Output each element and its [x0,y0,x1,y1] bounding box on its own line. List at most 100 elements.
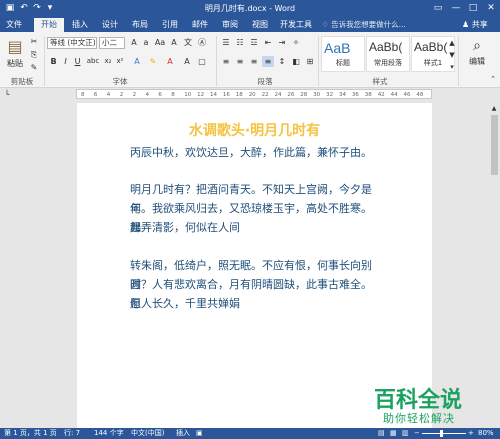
window-title: 明月几时有.docx - Word [204,4,296,13]
chinese-layout-icon[interactable]: ✧ [290,37,302,48]
bullets-icon[interactable]: ☰ [220,37,232,48]
group-divider [458,36,459,86]
multilevel-list-icon[interactable]: ☲ [248,37,260,48]
tab-references[interactable]: 引用 [158,18,182,32]
superscript-icon[interactable]: x² [115,56,125,67]
tab-developer[interactable]: 开发工具 [278,18,314,32]
increase-indent-icon[interactable]: ⇥ [276,37,288,48]
numbering-icon[interactable]: ☷ [234,37,246,48]
ruler-tick-label: 38 [364,92,372,98]
text-effects-icon[interactable]: A [131,56,143,67]
align-right-icon[interactable]: ≡ [248,56,260,67]
align-center-icon[interactable]: ≡ [234,56,246,67]
ribbon-display-options-icon[interactable]: ▭ [430,1,446,15]
shading-icon[interactable]: ◧ [290,56,302,67]
zoom-in-icon[interactable]: + [468,428,474,439]
zoom-slider-thumb[interactable] [440,430,443,437]
zoom-level[interactable]: 80% [478,428,494,439]
maximize-button[interactable]: □ [465,1,481,15]
minimize-button[interactable]: — [448,1,464,15]
line-number[interactable]: 行: 7 [64,428,80,439]
underline-button[interactable]: U [72,56,83,67]
cut-icon[interactable]: ✂ [29,36,39,47]
ruler-tick-label: 4 [145,92,150,98]
tab-mailings[interactable]: 邮件 [188,18,212,32]
insert-mode[interactable]: 插入 [176,428,190,439]
font-name-dropdown[interactable]: 等线 (中文正) [47,37,97,49]
zoom-slider[interactable] [422,433,466,434]
format-painter-icon[interactable]: ✎ [29,62,39,73]
font-size-dropdown[interactable]: 小二 [99,37,125,49]
shrink-font-icon[interactable]: a [140,37,152,48]
justify-icon[interactable]: ≡ [262,56,274,67]
scrollbar-thumb[interactable] [491,115,498,175]
line-spacing-icon[interactable]: ↕ [276,56,288,67]
scroll-up-icon[interactable]: ▲ [490,103,498,114]
paragraph-preface[interactable]: 丙辰中秋，欢饮达旦，大醉，作此篇，兼怀子由。 [130,143,382,162]
styles-scroll-down-icon[interactable]: ▼ [448,50,456,61]
language-indicator[interactable]: 中文(中国) [131,428,164,439]
zoom-out-icon[interactable]: − [414,428,420,439]
ruler-tick-label: 4 [106,92,111,98]
paste-button[interactable]: 粘贴 [3,58,27,69]
share-button[interactable]: ♟ 共享 [462,18,488,32]
enclose-char-icon[interactable]: Ⓐ [196,37,208,48]
title-bar: ▣ ↶ ↷ ▾ 明月几时有.docx - Word ▭ — □ ✕ [0,0,500,17]
subscript-icon[interactable]: x₂ [103,56,113,67]
styles-more-icon[interactable]: ▾ [448,62,456,73]
ruler-tick-label: 20 [248,92,256,98]
page-count[interactable]: 第 1 页，共 1 页 [4,428,57,439]
strikethrough-icon[interactable]: abc [86,56,100,67]
align-left-icon[interactable]: ≡ [220,56,232,67]
ruler-tick-label: 6 [93,92,98,98]
tab-insert[interactable]: 插入 [68,18,92,32]
ruler-strip[interactable]: 8 6 4 2 2 4 6 8 10 12 14 16 18 20 22 24 26 28 30 32 34 36 38 42… [76,89,432,99]
document-title[interactable]: 水调歌头·明月几时有 [77,120,432,140]
highlight-icon[interactable]: ✎ [147,56,159,67]
ruler-tick-label: 34 [339,92,346,98]
group-divider [44,36,45,86]
font-color-icon[interactable]: A [164,56,176,67]
collapse-ribbon-icon[interactable]: ⌃ [488,74,498,85]
grow-font-icon[interactable]: A [128,37,140,48]
print-layout-icon[interactable]: ▦ [390,428,397,439]
ruler-tick-label: 28 [300,92,308,98]
find-icon[interactable]: ⌕ [462,36,492,56]
decrease-indent-icon[interactable]: ⇤ [262,37,274,48]
phonetic-guide-icon[interactable]: 文 [182,37,194,48]
italic-button[interactable]: I [60,56,71,67]
close-button[interactable]: ✕ [483,1,499,15]
word-count[interactable]: 144 个字 [94,428,124,439]
bold-button[interactable]: B [48,56,59,67]
style-normal-paragraph[interactable]: AaBb( 常用段落 [366,36,410,72]
borders-icon[interactable]: ⊞ [304,56,316,67]
paragraph-line[interactable]: 舞弄清影，何似在人间 [130,218,382,237]
document-area: 水调歌头·明月几时有 丙辰中秋，欢饮达旦，大醉，作此篇，兼怀子由。 明月几时有？… [0,101,500,428]
tab-review[interactable]: 审阅 [218,18,242,32]
char-shading-icon[interactable]: A [181,56,193,67]
web-layout-icon[interactable]: ▥ [402,428,409,439]
macro-icon[interactable]: ▣ [196,428,203,439]
style-name: 标题 [336,59,350,67]
styles-scroll-up-icon[interactable]: ▲ [448,38,456,49]
edit-button[interactable]: 编辑 [462,56,492,67]
copy-icon[interactable]: ⎘ [29,49,39,60]
tab-file[interactable]: 文件 [0,18,28,32]
tell-me-placeholder: 告诉我您想要做什么... [331,20,406,29]
change-case-icon[interactable]: Aa [154,37,166,48]
paragraph-line[interactable]: 愿人长久，千里共婵娟 [130,294,382,313]
vertical-scrollbar[interactable]: ▲ [488,101,500,428]
tell-me-box[interactable]: ♢ 告诉我您想要做什么... [322,18,406,32]
style-title[interactable]: AaB 标题 [321,36,365,72]
clear-format-icon[interactable]: A [168,37,180,48]
char-border-icon[interactable]: ▢ [196,56,208,67]
tab-layout[interactable]: 布局 [128,18,152,32]
tab-home[interactable]: 开始 [34,18,64,32]
tab-view[interactable]: 视图 [248,18,272,32]
horizontal-ruler[interactable]: └ 8 6 4 2 2 4 6 8 10 12 14 16 18 20 22 24 26 28 30 32 34 36 38… [0,88,500,101]
clipboard-icon[interactable]: ▤ [5,36,25,58]
read-mode-icon[interactable]: ▤ [378,428,385,439]
document-page[interactable]: 水调歌头·明月几时有 丙辰中秋，欢饮达旦，大醉，作此篇，兼怀子由。 明月几时有？… [77,103,432,428]
tab-selector-icon[interactable]: └ [2,89,12,100]
tab-design[interactable]: 设计 [98,18,122,32]
